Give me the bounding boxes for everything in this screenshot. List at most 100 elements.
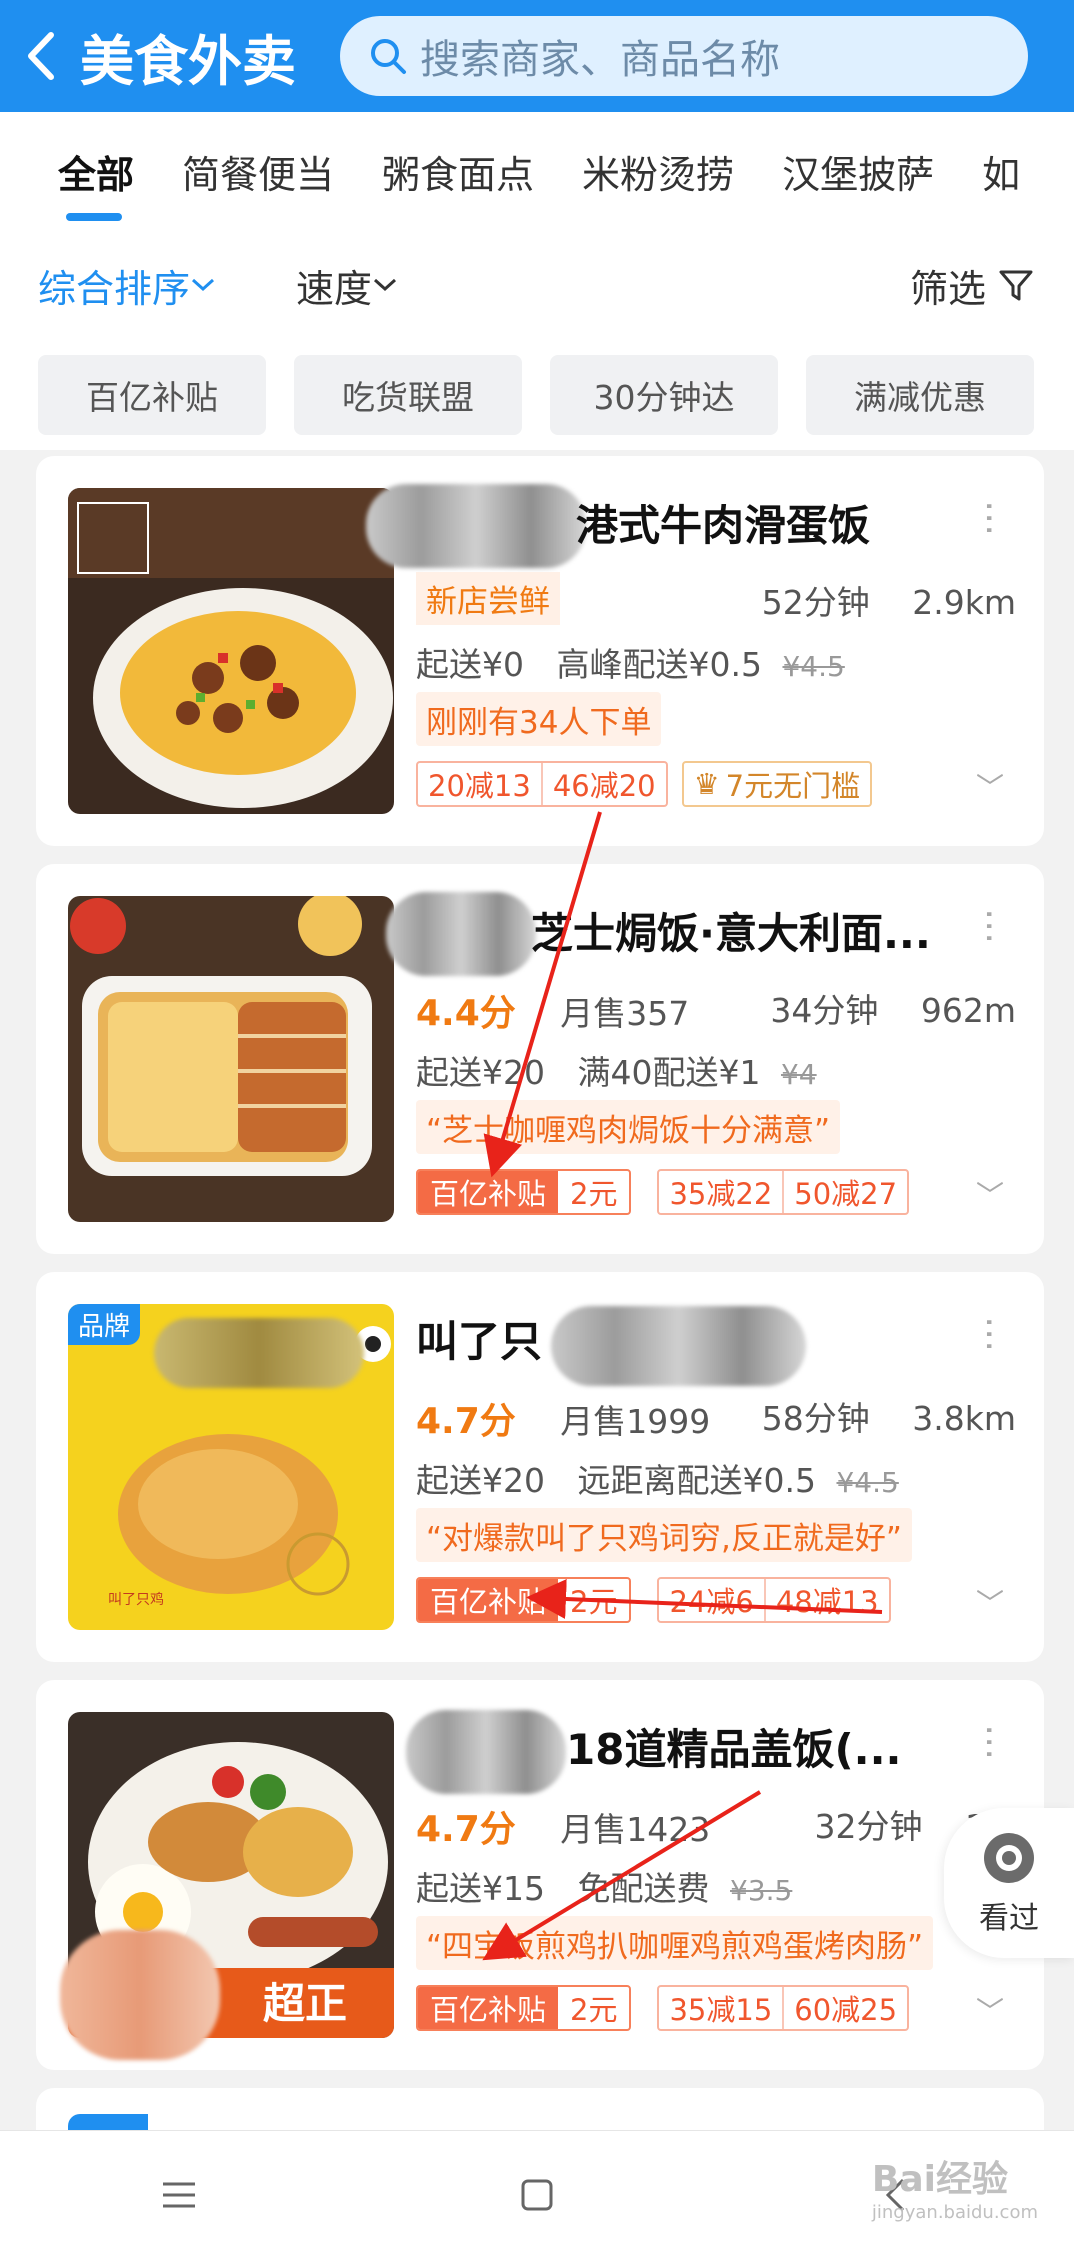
distance: 3.8km [912, 1399, 1016, 1438]
more-options-icon[interactable]: ⋯ [969, 1316, 1010, 1352]
more-options-icon[interactable]: ⋯ [969, 500, 1010, 536]
delivery-info: 起送¥20 远距离配送¥0.5 ¥4.5 [416, 1454, 899, 1502]
tab-simple-meal[interactable]: 简餐便当 [182, 144, 334, 199]
back-arrow-icon[interactable] [0, 0, 80, 112]
search-icon [371, 39, 406, 74]
tab-partial[interactable]: 如 [982, 144, 1020, 199]
min-order: 起送¥20 [416, 1053, 545, 1092]
original-delivery-fee: ¥4.5 [836, 1466, 899, 1499]
discount-1: 35减15 [669, 1993, 773, 2027]
tab-burger-pizza[interactable]: 汉堡披萨 [782, 144, 934, 199]
vip-coupon-label: 7元无门槛 [725, 769, 861, 803]
chevron-down-icon[interactable]: ﹀ [976, 1990, 1004, 2030]
blurred-thumb-text [154, 1318, 364, 1388]
delivery-info: 起送¥0 高峰配送¥0.5 ¥4.5 [416, 638, 845, 686]
discount-badge: 24减6 48减13 [657, 1577, 891, 1623]
review-quote: “对爆款叫了只鸡词穷,反正就是好” [416, 1508, 912, 1562]
chevron-down-icon[interactable]: ﹀ [976, 1582, 1004, 1622]
delivery-fee: 高峰配送¥0.5 [556, 645, 762, 684]
promo-badges: 20减13 46减20 ♛ 7元无门槛 [416, 760, 873, 808]
rating: 4.7分 [416, 1809, 516, 1850]
chevron-down-icon[interactable]: ﹀ [976, 1174, 1004, 1214]
chevron-down-icon [374, 278, 397, 292]
discount-1: 20减13 [428, 769, 531, 803]
blurred-thumb-logo [60, 1930, 220, 2060]
shop-name: 叫了只 [416, 1317, 543, 1366]
delivery-fee: 免配送费 [577, 1869, 710, 1908]
delivery-time: 52分钟 [761, 583, 870, 622]
shop-thumbnail [68, 488, 394, 814]
top-bar: 美食外卖 搜索商家、商品名称 [0, 0, 1074, 112]
sort-speed[interactable]: 速度 [296, 258, 398, 313]
filter-icon [999, 270, 1033, 301]
sort-comprehensive[interactable]: 综合排序 [38, 258, 216, 313]
shop-name: 芝士焗饭·意大利面... [531, 909, 931, 958]
blurred-shop-name [551, 1306, 806, 1386]
shop-card[interactable]: 超正 18道精品盖饭(... ⋯ 4.7分 月售1423 32分钟 1 起送¥1… [36, 1680, 1044, 2070]
filter-label: 筛选 [909, 266, 986, 311]
sort-speed-label: 速度 [296, 266, 373, 311]
rating: 4.4分 [416, 993, 516, 1034]
chip-foodie-union[interactable]: 吃货联盟 [294, 355, 522, 435]
time-distance: 34分钟 962m [738, 984, 1016, 1032]
monthly-sales: 月售357 [560, 994, 690, 1033]
shop-card[interactable]: 叫了只鸡 品牌 叫了只 ⋯ 4.7分 月售1999 58分钟 3.8km 起送¥… [36, 1272, 1044, 1662]
delivery-fee: 远距离配送¥0.5 [577, 1461, 816, 1500]
baidu-watermark: Bai经验 jingyan.baidu.com [872, 2150, 1038, 2223]
tab-rice-noodle[interactable]: 米粉烫捞 [582, 144, 734, 199]
filter-button[interactable]: 筛选 [910, 258, 1036, 313]
recently-viewed-label: 看过 [979, 1901, 1039, 1936]
delivery-time: 32分钟 [814, 1807, 923, 1846]
shop-meta: 4.4分 月售357 34分钟 962m [416, 984, 1016, 1036]
chevron-down-icon [192, 278, 215, 292]
shop-meta: 4.7分 月售1423 32分钟 1 [416, 1800, 1016, 1852]
original-delivery-fee: ¥4 [780, 1058, 817, 1091]
promo-badges: 百亿补贴 2元 35减22 50减27 [416, 1168, 910, 1216]
subsidy-badge: 百亿补贴 2元 [416, 1985, 632, 2031]
review-quote: “四宝饭煎鸡扒咖喱鸡煎鸡蛋烤肉肠” [416, 1916, 934, 1970]
quick-filter-chips: 百亿补贴 吃货联盟 30分钟达 满减优惠 [0, 340, 1074, 450]
shop-card[interactable] [36, 2088, 1044, 2130]
blurred-shop-name [406, 1710, 566, 1794]
chip-discount[interactable]: 满减优惠 [806, 355, 1034, 435]
subsidy-label: 百亿补贴 [418, 1171, 559, 1213]
new-shop-tag: 新店尝鲜 [416, 572, 560, 625]
subsidy-value: 2元 [570, 1585, 618, 1619]
eye-icon [984, 1833, 1034, 1883]
time-distance: 58分钟 3.8km [730, 1392, 1016, 1440]
tab-congee-noodles[interactable]: 粥食面点 [382, 144, 534, 199]
shop-card[interactable]: 芝士焗饭·意大利面... ⋯ 4.4分 月售357 34分钟 962m 起送¥2… [36, 864, 1044, 1254]
chip-30min[interactable]: 30分钟达 [550, 355, 778, 435]
chevron-down-icon[interactable]: ﹀ [976, 766, 1004, 806]
discount-1: 35减22 [669, 1177, 773, 1211]
discount-badge: 35减22 50减27 [657, 1169, 910, 1215]
subsidy-value: 2元 [570, 1993, 618, 2027]
promo-badges: 百亿补贴 2元 35减15 60减25 [416, 1984, 910, 2032]
home-icon[interactable] [477, 2145, 597, 2245]
shop-card[interactable]: 港式牛肉滑蛋饭 ⋯ 新店尝鲜 52分钟 2.9km 起送¥0 高峰配送¥0.5 … [36, 456, 1044, 846]
discount-2: 60减25 [782, 1987, 907, 2029]
more-options-icon[interactable]: ⋯ [969, 1724, 1010, 1760]
chip-subsidy[interactable]: 百亿补贴 [38, 355, 266, 435]
review-quote: “芝士咖喱鸡肉焗饭十分满意” [416, 1100, 841, 1154]
distance: 2.9km [912, 583, 1016, 622]
search-input[interactable]: 搜索商家、商品名称 [340, 16, 1028, 96]
recently-viewed-button[interactable]: 看过 [944, 1808, 1074, 1958]
more-options-icon[interactable]: ⋯ [969, 908, 1010, 944]
menu-icon[interactable] [119, 2145, 239, 2245]
order-activity: 刚刚有34人下单 [416, 692, 662, 746]
discount-badge: 20减13 46减20 [416, 761, 668, 807]
original-delivery-fee: ¥4.5 [782, 650, 845, 683]
delivery-time: 58分钟 [761, 1399, 870, 1438]
tab-all[interactable]: 全部 [58, 144, 134, 221]
blurred-shop-name [386, 892, 536, 976]
promo-badges: 百亿补贴 2元 24减6 48减13 [416, 1576, 891, 1624]
watermark-brand: Bai经验 [871, 2159, 1008, 2200]
min-order: 起送¥15 [416, 1869, 545, 1908]
delivery-info: 起送¥20 满40配送¥1 ¥4 [416, 1046, 817, 1094]
discount-badge: 35减15 60减25 [657, 1985, 910, 2031]
original-delivery-fee: ¥3.5 [730, 1874, 793, 1907]
subsidy-label: 百亿补贴 [418, 1579, 559, 1621]
shop-meta: 4.7分 月售1999 58分钟 3.8km [416, 1392, 1016, 1444]
delivery-info: 起送¥15 免配送费 ¥3.5 [416, 1862, 792, 1910]
